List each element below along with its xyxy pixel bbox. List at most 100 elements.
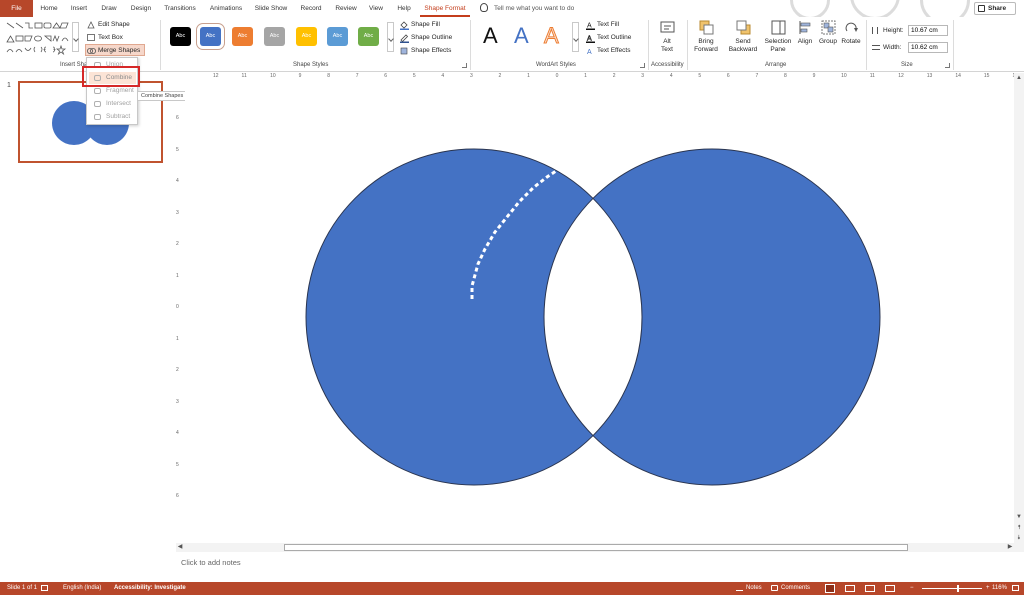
vertical-scrollbar[interactable]: ▲ ▼ ⯭ ⯯ xyxy=(1014,73,1024,552)
ribbon-separator xyxy=(866,20,867,70)
zoom-in-icon[interactable]: + xyxy=(986,582,990,595)
scroll-down-icon[interactable]: ▼ xyxy=(1015,513,1023,521)
shape-style-swatch[interactable]: Abc xyxy=(264,27,285,46)
shape-style-swatch[interactable]: Abc xyxy=(196,23,225,50)
zoom-out-icon[interactable]: − xyxy=(910,582,914,595)
rotate-button[interactable]: Rotate xyxy=(840,20,862,46)
chevron-down-icon xyxy=(573,36,579,42)
text-effects-icon: A xyxy=(586,47,594,56)
tab-help[interactable]: Help xyxy=(392,0,416,17)
share-button[interactable]: Share xyxy=(974,2,1016,15)
shape-style-swatch[interactable]: Abc xyxy=(170,27,191,46)
tab-view[interactable]: View xyxy=(364,0,388,17)
horizontal-scrollbar[interactable]: ◀ ▶ xyxy=(176,543,1014,552)
combined-shape[interactable] xyxy=(185,82,1013,538)
accessibility-status[interactable]: Accessibility: Investigate xyxy=(114,582,186,595)
edit-shape-icon xyxy=(87,21,95,29)
edit-shape-button[interactable]: Edit Shape xyxy=(86,19,130,31)
tab-shape-format[interactable]: Shape Format xyxy=(420,0,470,17)
shape-styles-launcher[interactable] xyxy=(462,63,467,68)
zoom-slider-handle[interactable] xyxy=(956,585,959,592)
tab-slide-show[interactable]: Slide Show xyxy=(252,0,290,17)
zoom-level[interactable]: 116% xyxy=(992,582,1007,595)
next-slide-icon[interactable]: ⯯ xyxy=(1015,534,1023,542)
shape-styles-scroll[interactable] xyxy=(387,22,394,52)
ribbon-tab-bar: File Home Insert Draw Design Transitions… xyxy=(0,0,1024,17)
fit-to-window-icon[interactable] xyxy=(1012,585,1019,591)
shapes-gallery-scroll[interactable] xyxy=(72,22,79,52)
ruler-tick-label: 1 xyxy=(584,73,587,79)
wordart-style-orange[interactable]: A xyxy=(544,24,560,47)
slideshow-icon[interactable] xyxy=(885,585,895,592)
slide-sorter-icon[interactable] xyxy=(845,585,855,592)
align-button[interactable]: Align xyxy=(795,20,815,46)
tab-design[interactable]: Design xyxy=(127,0,155,17)
wordart-launcher[interactable] xyxy=(640,63,645,68)
wordart-style-black[interactable]: A xyxy=(483,25,498,47)
comments-icon xyxy=(771,585,778,591)
shape-style-swatch[interactable]: Abc xyxy=(296,27,317,46)
notes-button[interactable]: Notes xyxy=(746,582,762,595)
tab-transitions[interactable]: Transitions xyxy=(160,0,200,17)
status-bar: Slide 1 of 1 English (India) Accessibili… xyxy=(0,582,1024,595)
shape-style-swatch[interactable]: Abc xyxy=(327,27,348,46)
scroll-left-icon[interactable]: ◀ xyxy=(176,543,184,551)
wordart-style-blue[interactable]: A xyxy=(514,25,529,47)
align-icon xyxy=(798,20,813,35)
text-box-button[interactable]: Text Box xyxy=(86,32,123,44)
shape-outline-button[interactable]: Shape Outline xyxy=(399,32,452,44)
lightbulb-icon xyxy=(480,3,488,12)
wordart-scroll[interactable] xyxy=(572,22,579,52)
text-outline-button[interactable]: A Text Outline xyxy=(585,32,631,44)
send-backward-button[interactable]: Send Backward xyxy=(726,20,760,54)
scroll-right-icon[interactable]: ▶ xyxy=(1006,543,1014,551)
zoom-slider[interactable] xyxy=(922,585,982,592)
ruler-tick-label: 6 xyxy=(726,73,730,79)
arrange-group-label: Arrange xyxy=(765,62,787,68)
notes-placeholder[interactable]: Click to add notes xyxy=(181,558,241,567)
tab-review[interactable]: Review xyxy=(331,0,361,17)
height-input[interactable] xyxy=(908,25,948,36)
shape-style-swatch[interactable]: Abc xyxy=(358,27,379,46)
tab-record[interactable]: Record xyxy=(296,0,326,17)
shape-effects-button[interactable]: Shape Effects xyxy=(399,45,451,57)
language-status[interactable]: English (India) xyxy=(63,582,101,595)
size-launcher[interactable] xyxy=(945,63,950,68)
text-fill-icon: A xyxy=(586,21,595,30)
text-fill-button[interactable]: A Text Fill xyxy=(585,19,619,31)
slide-canvas xyxy=(185,82,1013,538)
tab-home[interactable]: Home xyxy=(36,0,62,17)
alt-text-button[interactable]: Alt Text xyxy=(656,20,678,54)
shapes-gallery[interactable] xyxy=(5,20,70,56)
menu-item-intersect[interactable]: Intersect xyxy=(89,98,136,110)
menu-item-subtract[interactable]: Subtract xyxy=(89,111,136,123)
scroll-up-icon[interactable]: ▲ xyxy=(1015,74,1023,82)
size-group-label: Size xyxy=(901,62,913,68)
slides-panel: 1 xyxy=(0,73,173,582)
reading-view-icon[interactable] xyxy=(865,585,875,592)
tell-me-search[interactable]: Tell me what you want to do xyxy=(480,0,574,17)
tab-draw[interactable]: Draw xyxy=(96,0,122,17)
previous-slide-icon[interactable]: ⯭ xyxy=(1015,524,1023,532)
selection-pane-label-2: Pane xyxy=(770,46,786,53)
tab-file[interactable]: File xyxy=(0,0,33,17)
comments-button[interactable]: Comments xyxy=(781,582,810,595)
shape-fill-button[interactable]: Shape Fill xyxy=(399,19,440,31)
width-input[interactable] xyxy=(908,42,948,53)
chevron-down-icon xyxy=(388,36,394,42)
tab-insert[interactable]: Insert xyxy=(66,0,92,17)
spelling-icon[interactable] xyxy=(41,585,48,591)
menu-item-label: Fragment xyxy=(106,87,134,94)
group-button[interactable]: Group xyxy=(817,20,839,46)
horizontal-scroll-thumb[interactable] xyxy=(284,544,908,551)
shape-styles-group-label: Shape Styles xyxy=(293,62,329,68)
bring-forward-label-2: Forward xyxy=(694,46,718,53)
merge-shapes-button[interactable]: Merge Shapes xyxy=(85,44,146,56)
horizontal-ruler: 121110987654321012345678910111213141516 xyxy=(185,73,1018,81)
shape-style-swatch[interactable]: Abc xyxy=(232,27,253,46)
text-effects-button[interactable]: A Text Effects xyxy=(585,45,630,57)
normal-view-icon[interactable] xyxy=(825,584,835,593)
selection-pane-button[interactable]: Selection Pane xyxy=(763,20,793,54)
bring-forward-button[interactable]: Bring Forward xyxy=(691,20,721,54)
tab-animations[interactable]: Animations xyxy=(205,0,247,17)
